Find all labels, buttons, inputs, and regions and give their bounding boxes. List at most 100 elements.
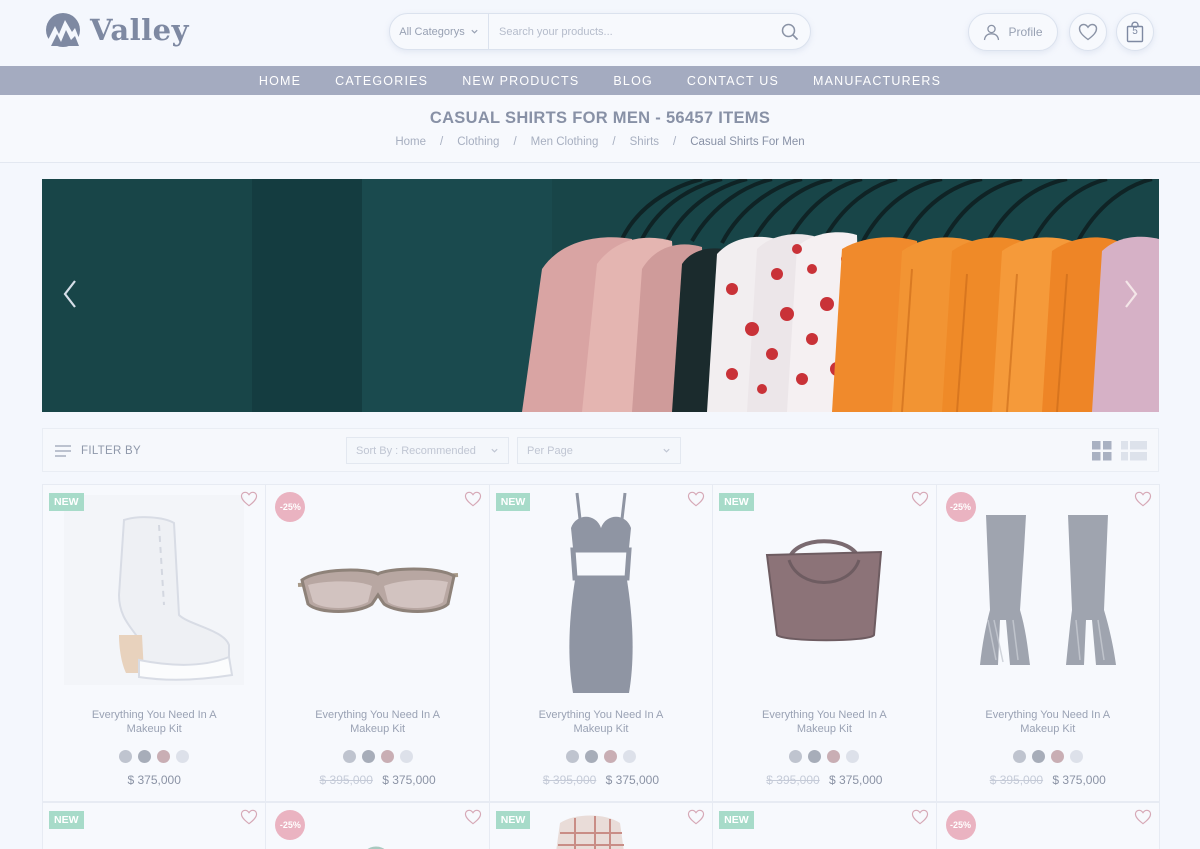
wishlist-heart-icon[interactable] xyxy=(1134,809,1152,825)
color-swatch[interactable] xyxy=(361,750,375,763)
color-swatch[interactable] xyxy=(176,750,190,763)
category-select[interactable]: All Categorys xyxy=(390,14,489,49)
nav-item-new-products[interactable]: NEW PRODUCTS xyxy=(445,74,596,88)
product-title[interactable]: Everything You Need In A Makeup Kit xyxy=(937,709,1159,736)
product-card[interactable]: NEW Everything You Need In A Makeup Kit … xyxy=(42,484,267,802)
product-card[interactable]: NEW xyxy=(712,802,937,849)
chevron-down-icon xyxy=(491,448,498,453)
color-swatch[interactable] xyxy=(380,750,394,763)
product-grid: NEW Everything You Need In A Makeup Kit … xyxy=(42,484,1160,802)
product-card[interactable]: NEW Everything You Need In A Makeup Kit … xyxy=(712,484,937,802)
price-block: $ 395,000 $ 375,000 xyxy=(937,773,1159,787)
nav-item-blog[interactable]: BLOG xyxy=(596,74,670,88)
breadcrumb-men-clothing[interactable]: Men Clothing xyxy=(531,136,599,148)
nav-item-categories[interactable]: CATEGORIES xyxy=(318,74,445,88)
boot-image xyxy=(43,485,265,695)
product-card[interactable]: -25% Everything You Need In A Makeup Kit… xyxy=(265,484,490,802)
color-swatch[interactable] xyxy=(584,750,598,763)
product-card[interactable]: -25% xyxy=(935,802,1160,849)
breadcrumb-clothing[interactable]: Clothing xyxy=(457,136,499,148)
breadcrumb-shirts[interactable]: Shirts xyxy=(630,136,659,148)
profile-label: Profile xyxy=(1008,25,1043,39)
brand-logo[interactable]: Valley xyxy=(42,10,189,50)
product-card[interactable]: -25% xyxy=(265,802,490,849)
wishlist-heart-icon[interactable] xyxy=(687,491,705,507)
wishlist-heart-icon[interactable] xyxy=(240,491,258,507)
wishlist-heart-icon[interactable] xyxy=(464,809,482,825)
breadcrumb-home[interactable]: Home xyxy=(395,136,426,148)
product-preview-image xyxy=(368,846,385,849)
color-swatch[interactable] xyxy=(1031,750,1045,763)
color-swatches xyxy=(490,750,712,763)
per-page-select[interactable]: Per Page xyxy=(517,437,681,464)
nav-item-contact-us[interactable]: CONTACT US xyxy=(670,74,796,88)
chevron-down-icon xyxy=(663,448,670,453)
breadcrumb-separator: / xyxy=(612,136,616,148)
search-bar: All Categorys xyxy=(389,13,811,50)
wishlist-heart-icon[interactable] xyxy=(911,809,929,825)
product-price: $ 375,000 xyxy=(1052,773,1106,787)
wishlist-heart-icon[interactable] xyxy=(911,491,929,507)
cart-count: 5 xyxy=(1132,26,1138,37)
profile-button[interactable]: Profile xyxy=(968,13,1058,51)
color-swatch[interactable] xyxy=(119,750,133,763)
color-swatch[interactable] xyxy=(808,750,822,763)
color-swatch[interactable] xyxy=(157,750,171,763)
plaid-shirt-image xyxy=(556,815,624,849)
new-badge: NEW xyxy=(495,493,531,511)
breadcrumb-separator: / xyxy=(440,136,444,148)
old-price: $ 395,000 xyxy=(319,773,373,787)
product-title[interactable]: Everything You Need In A Makeup Kit xyxy=(43,709,265,736)
color-swatches xyxy=(713,750,935,763)
color-swatch[interactable] xyxy=(789,750,803,763)
color-swatch[interactable] xyxy=(565,750,579,763)
wishlist-heart-icon[interactable] xyxy=(464,491,482,507)
heart-icon xyxy=(1078,23,1098,41)
old-price: $ 395,000 xyxy=(542,773,597,787)
color-swatch[interactable] xyxy=(622,750,636,763)
sort-select-label: Sort By : Recommended xyxy=(356,444,476,457)
wishlist-heart-icon[interactable] xyxy=(687,809,705,825)
sort-select[interactable]: Sort By : Recommended xyxy=(346,437,509,464)
color-swatch[interactable] xyxy=(1050,750,1064,763)
nav-item-home[interactable]: HOME xyxy=(242,74,318,88)
list-view-icon[interactable] xyxy=(1121,441,1147,461)
new-badge: NEW xyxy=(49,493,84,511)
color-swatch[interactable] xyxy=(827,750,841,763)
product-price: $ 375,000 xyxy=(829,773,883,787)
search-button[interactable] xyxy=(770,14,810,49)
wishlist-button[interactable] xyxy=(1069,13,1107,51)
wishlist-heart-icon[interactable] xyxy=(1134,491,1152,507)
carousel-next-button[interactable] xyxy=(1111,274,1151,314)
color-swatch[interactable] xyxy=(399,750,413,763)
product-toolbar: FILTER BY Sort By : Recommended Per Page xyxy=(42,428,1159,472)
color-swatches xyxy=(43,750,265,763)
product-title[interactable]: Everything You Need In A Makeup Kit xyxy=(713,709,935,736)
color-swatch[interactable] xyxy=(603,750,617,763)
price-block: $ 375,000 xyxy=(43,773,265,787)
carousel-prev-button[interactable] xyxy=(50,274,90,314)
grid-view-icon[interactable] xyxy=(1092,441,1112,461)
nav-item-manufacturers[interactable]: MANUFACTURERS xyxy=(796,74,958,88)
product-title[interactable]: Everything You Need In A Makeup Kit xyxy=(266,709,488,736)
product-card[interactable]: NEW Everything You Need In A Makeup Kit … xyxy=(488,484,714,802)
color-swatch[interactable] xyxy=(342,750,356,763)
color-swatch[interactable] xyxy=(1012,750,1026,763)
product-title[interactable]: Everything You Need In A Makeup Kit xyxy=(490,709,712,736)
search-input[interactable] xyxy=(489,14,770,49)
clothing-rack-image xyxy=(42,179,1159,412)
wishlist-heart-icon[interactable] xyxy=(240,809,258,825)
cart-button[interactable]: 5 xyxy=(1116,13,1154,51)
handbag-image xyxy=(713,485,935,695)
product-card[interactable]: NEW xyxy=(42,802,267,849)
color-swatch[interactable] xyxy=(846,750,860,763)
color-swatch[interactable] xyxy=(138,750,152,763)
product-price: $ 375,000 xyxy=(605,773,660,787)
product-card[interactable]: NEW xyxy=(488,802,714,849)
filter-button[interactable]: FILTER BY xyxy=(55,429,141,473)
color-swatch[interactable] xyxy=(1069,750,1083,763)
user-icon xyxy=(984,24,1000,40)
product-card[interactable]: -25% Everything You Need In A Makeup Kit… xyxy=(935,484,1160,802)
dress-image xyxy=(490,485,712,695)
site-header: Valley All Categorys Profile 5 xyxy=(0,0,1200,66)
